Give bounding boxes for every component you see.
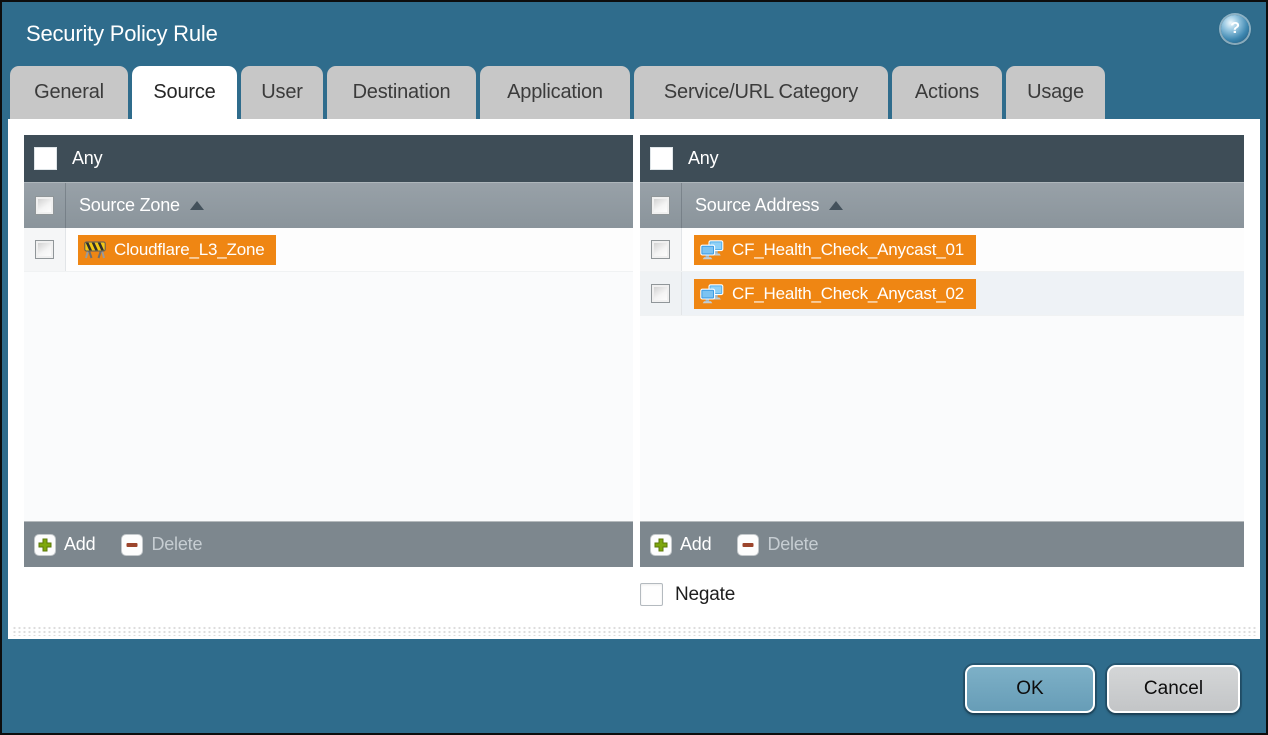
source-zone-delete-button[interactable]: Delete bbox=[121, 534, 202, 556]
tab-destination[interactable]: Destination bbox=[327, 66, 476, 119]
source-address-row: CF_Health_Check_Anycast_02 bbox=[640, 272, 1244, 316]
source-zone-any-checkbox[interactable] bbox=[34, 147, 57, 170]
zone-icon bbox=[84, 241, 106, 259]
source-zone-any-bar: Any bbox=[24, 135, 633, 182]
source-zone-row-label: Cloudflare_L3_Zone bbox=[114, 240, 264, 260]
row-gutter bbox=[640, 272, 682, 315]
address-icon bbox=[700, 284, 724, 304]
tab-source[interactable]: Source bbox=[132, 66, 237, 119]
source-address-column-label: Source Address bbox=[695, 195, 819, 216]
add-label: Add bbox=[680, 534, 711, 555]
resize-grip[interactable] bbox=[12, 626, 1256, 636]
source-zone-add-button[interactable]: Add bbox=[34, 534, 95, 556]
row-gutter bbox=[24, 228, 66, 271]
tab-service-url-category[interactable]: Service/URL Category bbox=[634, 66, 888, 119]
sort-ascending-icon bbox=[829, 201, 843, 210]
source-zone-any-label: Any bbox=[72, 148, 102, 169]
source-address-chip[interactable]: CF_Health_Check_Anycast_01 bbox=[694, 235, 976, 265]
tab-application[interactable]: Application bbox=[480, 66, 630, 119]
source-address-any-label: Any bbox=[688, 148, 718, 169]
source-address-delete-button[interactable]: Delete bbox=[737, 534, 818, 556]
sort-ascending-icon bbox=[190, 201, 204, 210]
row-checkbox[interactable] bbox=[35, 240, 54, 259]
source-tab-content: Any Source Zone bbox=[8, 119, 1260, 639]
source-address-toolbar: Add Delete bbox=[640, 521, 1244, 567]
source-zone-column-header[interactable]: Source Zone bbox=[24, 182, 633, 228]
ok-button[interactable]: OK bbox=[965, 665, 1095, 713]
row-checkbox[interactable] bbox=[651, 284, 670, 303]
add-icon bbox=[650, 534, 672, 556]
negate-row: Negate bbox=[640, 583, 1260, 606]
delete-label: Delete bbox=[767, 534, 818, 555]
tab-general[interactable]: General bbox=[10, 66, 128, 119]
source-zone-header-gutter bbox=[24, 183, 66, 228]
panels: Any Source Zone bbox=[24, 135, 1260, 567]
source-zone-chip[interactable]: Cloudflare_L3_Zone bbox=[78, 235, 276, 265]
add-icon bbox=[34, 534, 56, 556]
source-address-row-label: CF_Health_Check_Anycast_01 bbox=[732, 240, 964, 260]
source-address-any-checkbox[interactable] bbox=[650, 147, 673, 170]
source-address-add-button[interactable]: Add bbox=[650, 534, 711, 556]
delete-label: Delete bbox=[151, 534, 202, 555]
delete-icon bbox=[121, 534, 143, 556]
source-address-row: CF_Health_Check_Anycast_01 bbox=[640, 228, 1244, 272]
cancel-button[interactable]: Cancel bbox=[1107, 665, 1240, 713]
row-gutter bbox=[640, 228, 682, 271]
source-address-header-gutter bbox=[640, 183, 682, 228]
add-label: Add bbox=[64, 534, 95, 555]
source-address-panel: Any Source Address bbox=[640, 135, 1244, 567]
source-zone-column-label: Source Zone bbox=[79, 195, 180, 216]
help-icon[interactable] bbox=[1221, 15, 1249, 43]
source-address-select-all-checkbox[interactable] bbox=[651, 196, 670, 215]
negate-checkbox[interactable] bbox=[640, 583, 663, 606]
source-address-chip[interactable]: CF_Health_Check_Anycast_02 bbox=[694, 279, 976, 309]
source-zone-row: Cloudflare_L3_Zone bbox=[24, 228, 633, 272]
source-zone-toolbar: Add Delete bbox=[24, 521, 633, 567]
source-zone-select-all-checkbox[interactable] bbox=[35, 196, 54, 215]
tab-user[interactable]: User bbox=[241, 66, 323, 119]
source-zone-list: Cloudflare_L3_Zone bbox=[24, 228, 633, 521]
row-checkbox[interactable] bbox=[651, 240, 670, 259]
tab-actions[interactable]: Actions bbox=[892, 66, 1002, 119]
delete-icon bbox=[737, 534, 759, 556]
source-address-column-header[interactable]: Source Address bbox=[640, 182, 1244, 228]
negate-label: Negate bbox=[675, 584, 735, 606]
tab-bar: General Source User Destination Applicat… bbox=[2, 66, 1266, 119]
source-zone-panel: Any Source Zone bbox=[24, 135, 633, 567]
dialog-title: Security Policy Rule bbox=[26, 21, 218, 47]
dialog-titlebar: Security Policy Rule bbox=[2, 2, 1266, 66]
security-policy-rule-dialog: Security Policy Rule General Source User… bbox=[0, 0, 1268, 735]
source-address-any-bar: Any bbox=[640, 135, 1244, 182]
source-address-row-label: CF_Health_Check_Anycast_02 bbox=[732, 284, 964, 304]
address-icon bbox=[700, 240, 724, 260]
source-address-list: CF_Health_Check_Anycast_01 bbox=[640, 228, 1244, 521]
tab-usage[interactable]: Usage bbox=[1006, 66, 1105, 119]
